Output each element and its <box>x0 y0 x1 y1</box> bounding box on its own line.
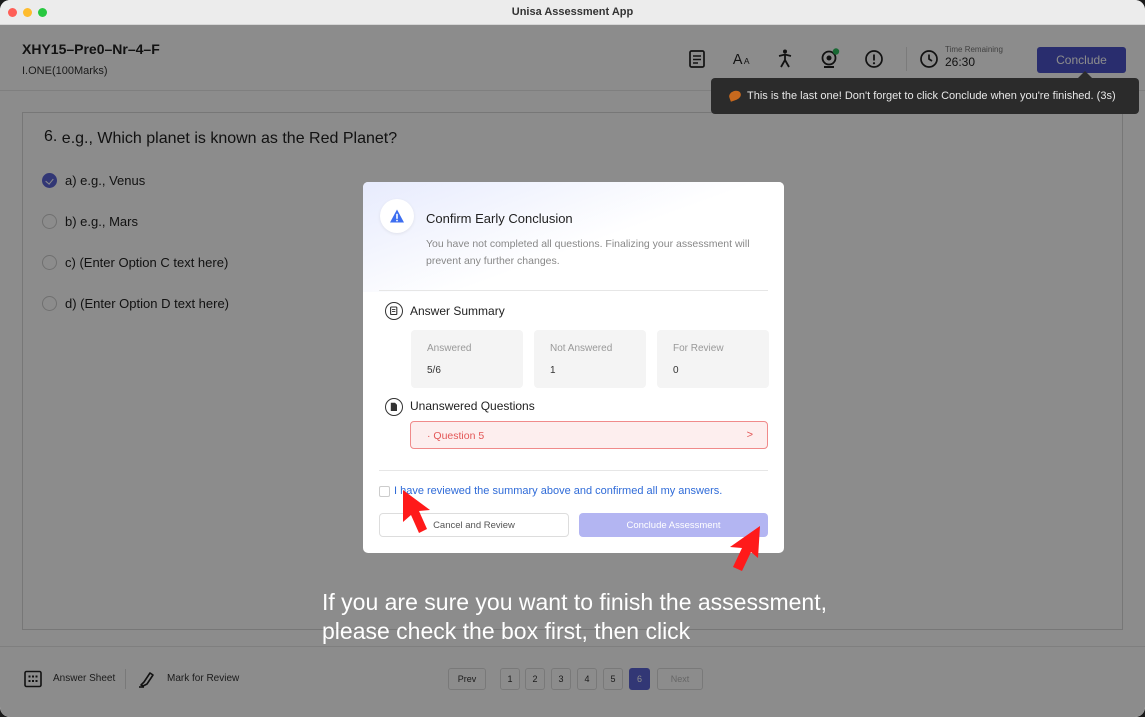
dialog-description: You have not completed all questions. Fi… <box>426 238 750 267</box>
dialog-divider-top <box>379 290 768 291</box>
unanswered-item-label: · Question 5 <box>427 430 485 442</box>
arrow-to-checkbox-icon <box>403 490 430 533</box>
dialog-title: Confirm Early Conclusion <box>426 211 573 226</box>
arrow-to-conclude-icon <box>730 526 760 571</box>
instruction-text: If you are sure you want to finish the a… <box>322 588 827 646</box>
dialog-divider-bottom <box>379 470 768 471</box>
stat-answered-label: Answered <box>427 343 472 354</box>
app-window: Unisa Assessment App XHY15–Pre0–Nr–4–F I… <box>0 0 1145 717</box>
stat-not-answered: Not Answered 1 <box>534 330 646 388</box>
summary-title: Answer Summary <box>410 304 505 318</box>
unanswered-icon <box>385 398 403 416</box>
stat-answered: Answered 5/6 <box>411 330 523 388</box>
confirm-checkbox[interactable] <box>379 486 390 497</box>
stat-for-review-value: 0 <box>673 365 679 376</box>
last-question-tooltip: This is the last one! Don't forget to cl… <box>711 71 1139 114</box>
unanswered-title: Unanswered Questions <box>410 399 535 413</box>
tooltip-text: This is the last one! Don't forget to cl… <box>747 90 1116 102</box>
chevron-right-icon: > <box>746 429 753 441</box>
bell-icon <box>727 89 743 102</box>
title-bar: Unisa Assessment App <box>0 0 1145 25</box>
stat-for-review: For Review 0 <box>657 330 769 388</box>
warning-icon <box>380 199 414 233</box>
confirm-checkbox-label[interactable]: I have reviewed the summary above and co… <box>394 485 722 497</box>
stat-for-review-label: For Review <box>673 343 724 354</box>
stat-not-answered-value: 1 <box>550 365 556 376</box>
window-title: Unisa Assessment App <box>511 6 634 18</box>
instruction-line-2: please check the box first, then click <box>322 618 691 644</box>
stat-not-answered-label: Not Answered <box>550 343 613 354</box>
stat-answered-value: 5/6 <box>427 365 441 376</box>
unanswered-question-5[interactable]: · Question 5 > <box>410 421 768 449</box>
summary-icon <box>385 302 403 320</box>
instruction-line-1: If you are sure you want to finish the a… <box>322 589 827 615</box>
